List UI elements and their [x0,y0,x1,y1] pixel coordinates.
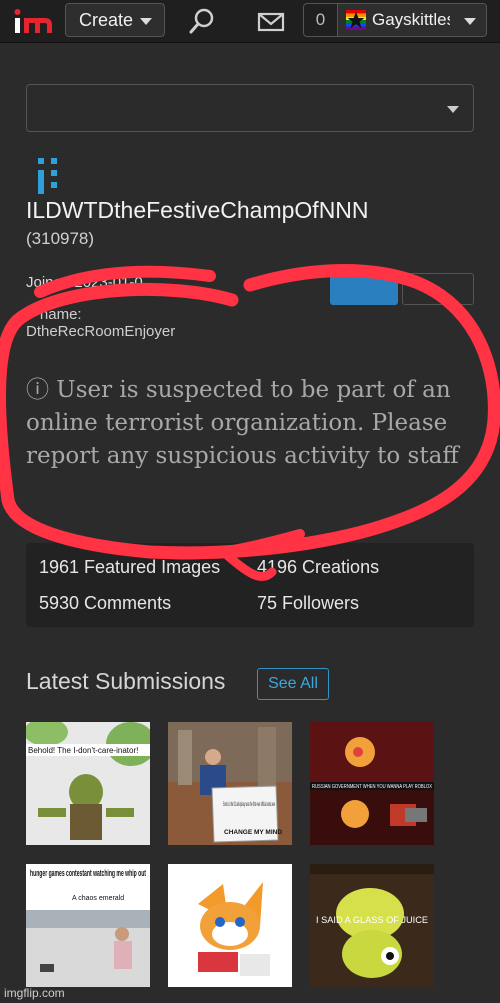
thumb-caption: Behold! The I-don't-care-inator! [28,746,138,755]
submission-thumb[interactable]: hunger games contestant watching me whip… [26,864,150,987]
profile-username: ILDWTDtheFestiveChampOfNNN [26,197,369,223]
follow-button[interactable] [330,273,398,305]
user-menu-dropdown[interactable]: Gayskittles [338,3,487,37]
thumb-caption: CHANGE MY MIND [224,829,282,836]
profile-stats-panel: 1961 Featured Images 4196 Creations 5930… [26,543,474,627]
username-label: Gayskittles [372,10,450,29]
submission-thumb[interactable]: RUSSIAN GOVERNMENT WHEN YOU WANNA PLAY R… [310,722,434,845]
thumb-caption: RUSSIAN GOVERNMENT WHEN YOU WANNA PLAY R… [312,784,433,790]
chevron-down-icon [140,18,152,25]
thumb-caption: Sonic is the S2 anti-piracy was the firs… [223,802,275,808]
joined-date: Joined 2023-01-0 [26,274,143,291]
see-all-button[interactable]: See All [257,668,329,700]
imgflip-watermark: imgflip.com [4,986,65,1000]
chevron-down-icon [464,18,476,25]
imgflip-logo[interactable] [12,6,56,36]
latest-submissions-heading: Latest Submissions [26,668,226,694]
stat-featured-images[interactable]: 1961 Featured Images [39,557,220,578]
message-button[interactable] [402,273,474,305]
stat-comments[interactable]: 5930 Comments [39,593,171,614]
red-marker-scribble [0,264,500,581]
submission-thumb[interactable]: Sonic is the S2 anti-piracy was the firs… [168,722,292,845]
thumb-caption: hunger games contestant watching me whip… [30,868,146,878]
stat-followers[interactable]: 75 Followers [257,593,359,614]
profile-select-dropdown[interactable] [26,84,474,132]
user-warning-notice: ⓘ User is suspected to be part of an onl… [26,377,459,469]
thumb-caption: I SAID A GLASS OF JUICE [316,915,428,925]
create-dropdown-button[interactable]: Create [65,3,165,37]
notification-count[interactable]: 0 [303,3,338,37]
pride-flag-star-icon [346,10,366,30]
mail-icon[interactable] [256,6,286,36]
search-icon[interactable] [187,6,217,36]
stat-creations[interactable]: 4196 Creations [257,557,379,578]
chevron-down-icon [447,106,459,113]
previous-username-value: DtheRecRoomEnjoyer [26,323,176,340]
profile-user-id: (310978) [26,229,95,248]
top-nav-bar: Create 0 Gayskittles [0,0,500,43]
user-avatar [38,158,57,194]
create-label: Create [79,9,134,30]
submission-thumb[interactable]: Behold! The I-don't-care-inator! [26,722,150,845]
previous-username-label: P name: [26,306,82,323]
submission-thumb[interactable] [168,864,292,987]
thumb-caption: A chaos emerald [72,895,124,902]
submission-thumb[interactable]: I SAID A GLASS OF JUICE [310,864,434,987]
